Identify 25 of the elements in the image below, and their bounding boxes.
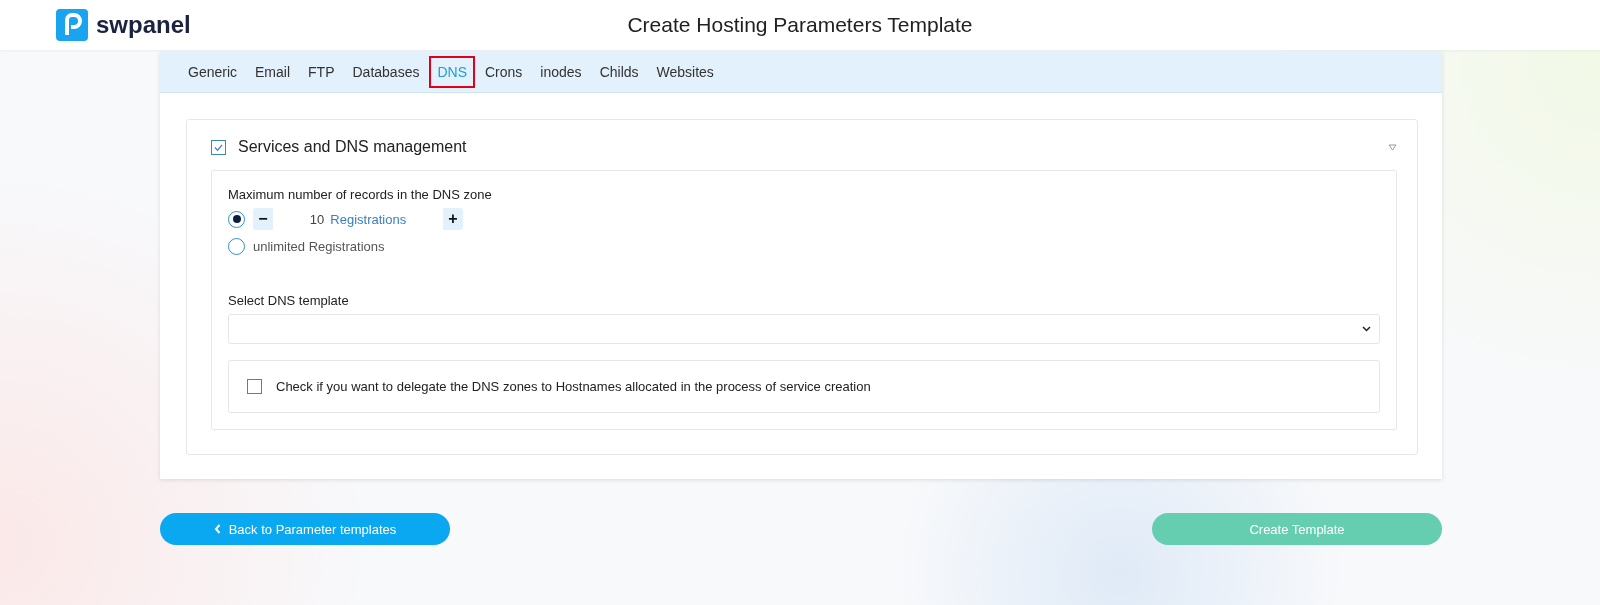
checkmark-icon: [214, 142, 223, 152]
tab[interactable]: inodes: [532, 56, 590, 88]
logo-text: swpanel: [96, 11, 191, 39]
checkbox-label: Check if you want to delegate the DNS zones to Hostnames allocated in the process of service creation: [276, 379, 871, 394]
increment-button[interactable]: +: [443, 210, 463, 228]
option-label: unlimited Registrations: [253, 239, 385, 254]
tab[interactable]: Crons: [477, 56, 531, 88]
checkbox[interactable]: [247, 379, 262, 394]
field-label: Select DNS template: [228, 293, 350, 308]
chevron-down-icon: [1362, 326, 1371, 332]
logo-icon: [56, 9, 88, 41]
chevron-left-icon: [213, 524, 221, 534]
tab[interactable]: Email: [247, 56, 299, 88]
collapse-icon[interactable]: [1388, 143, 1397, 151]
number-field[interactable]: 10 Registrations: [273, 208, 443, 230]
tab[interactable]: Childs: [591, 56, 647, 88]
section-title: Services and DNS management: [238, 138, 468, 156]
page-title: Create Hosting Parameters Template: [627, 13, 973, 37]
decrement-button[interactable]: −: [253, 210, 273, 228]
field-label: Maximum number of records in the DNS zone: [228, 187, 493, 202]
tab[interactable]: Websites: [648, 56, 722, 88]
tab[interactable]: FTP: [300, 56, 343, 88]
checkbox[interactable]: [211, 139, 226, 155]
tab[interactable]: Generic: [180, 56, 246, 88]
tab[interactable]: Databases: [344, 56, 428, 88]
